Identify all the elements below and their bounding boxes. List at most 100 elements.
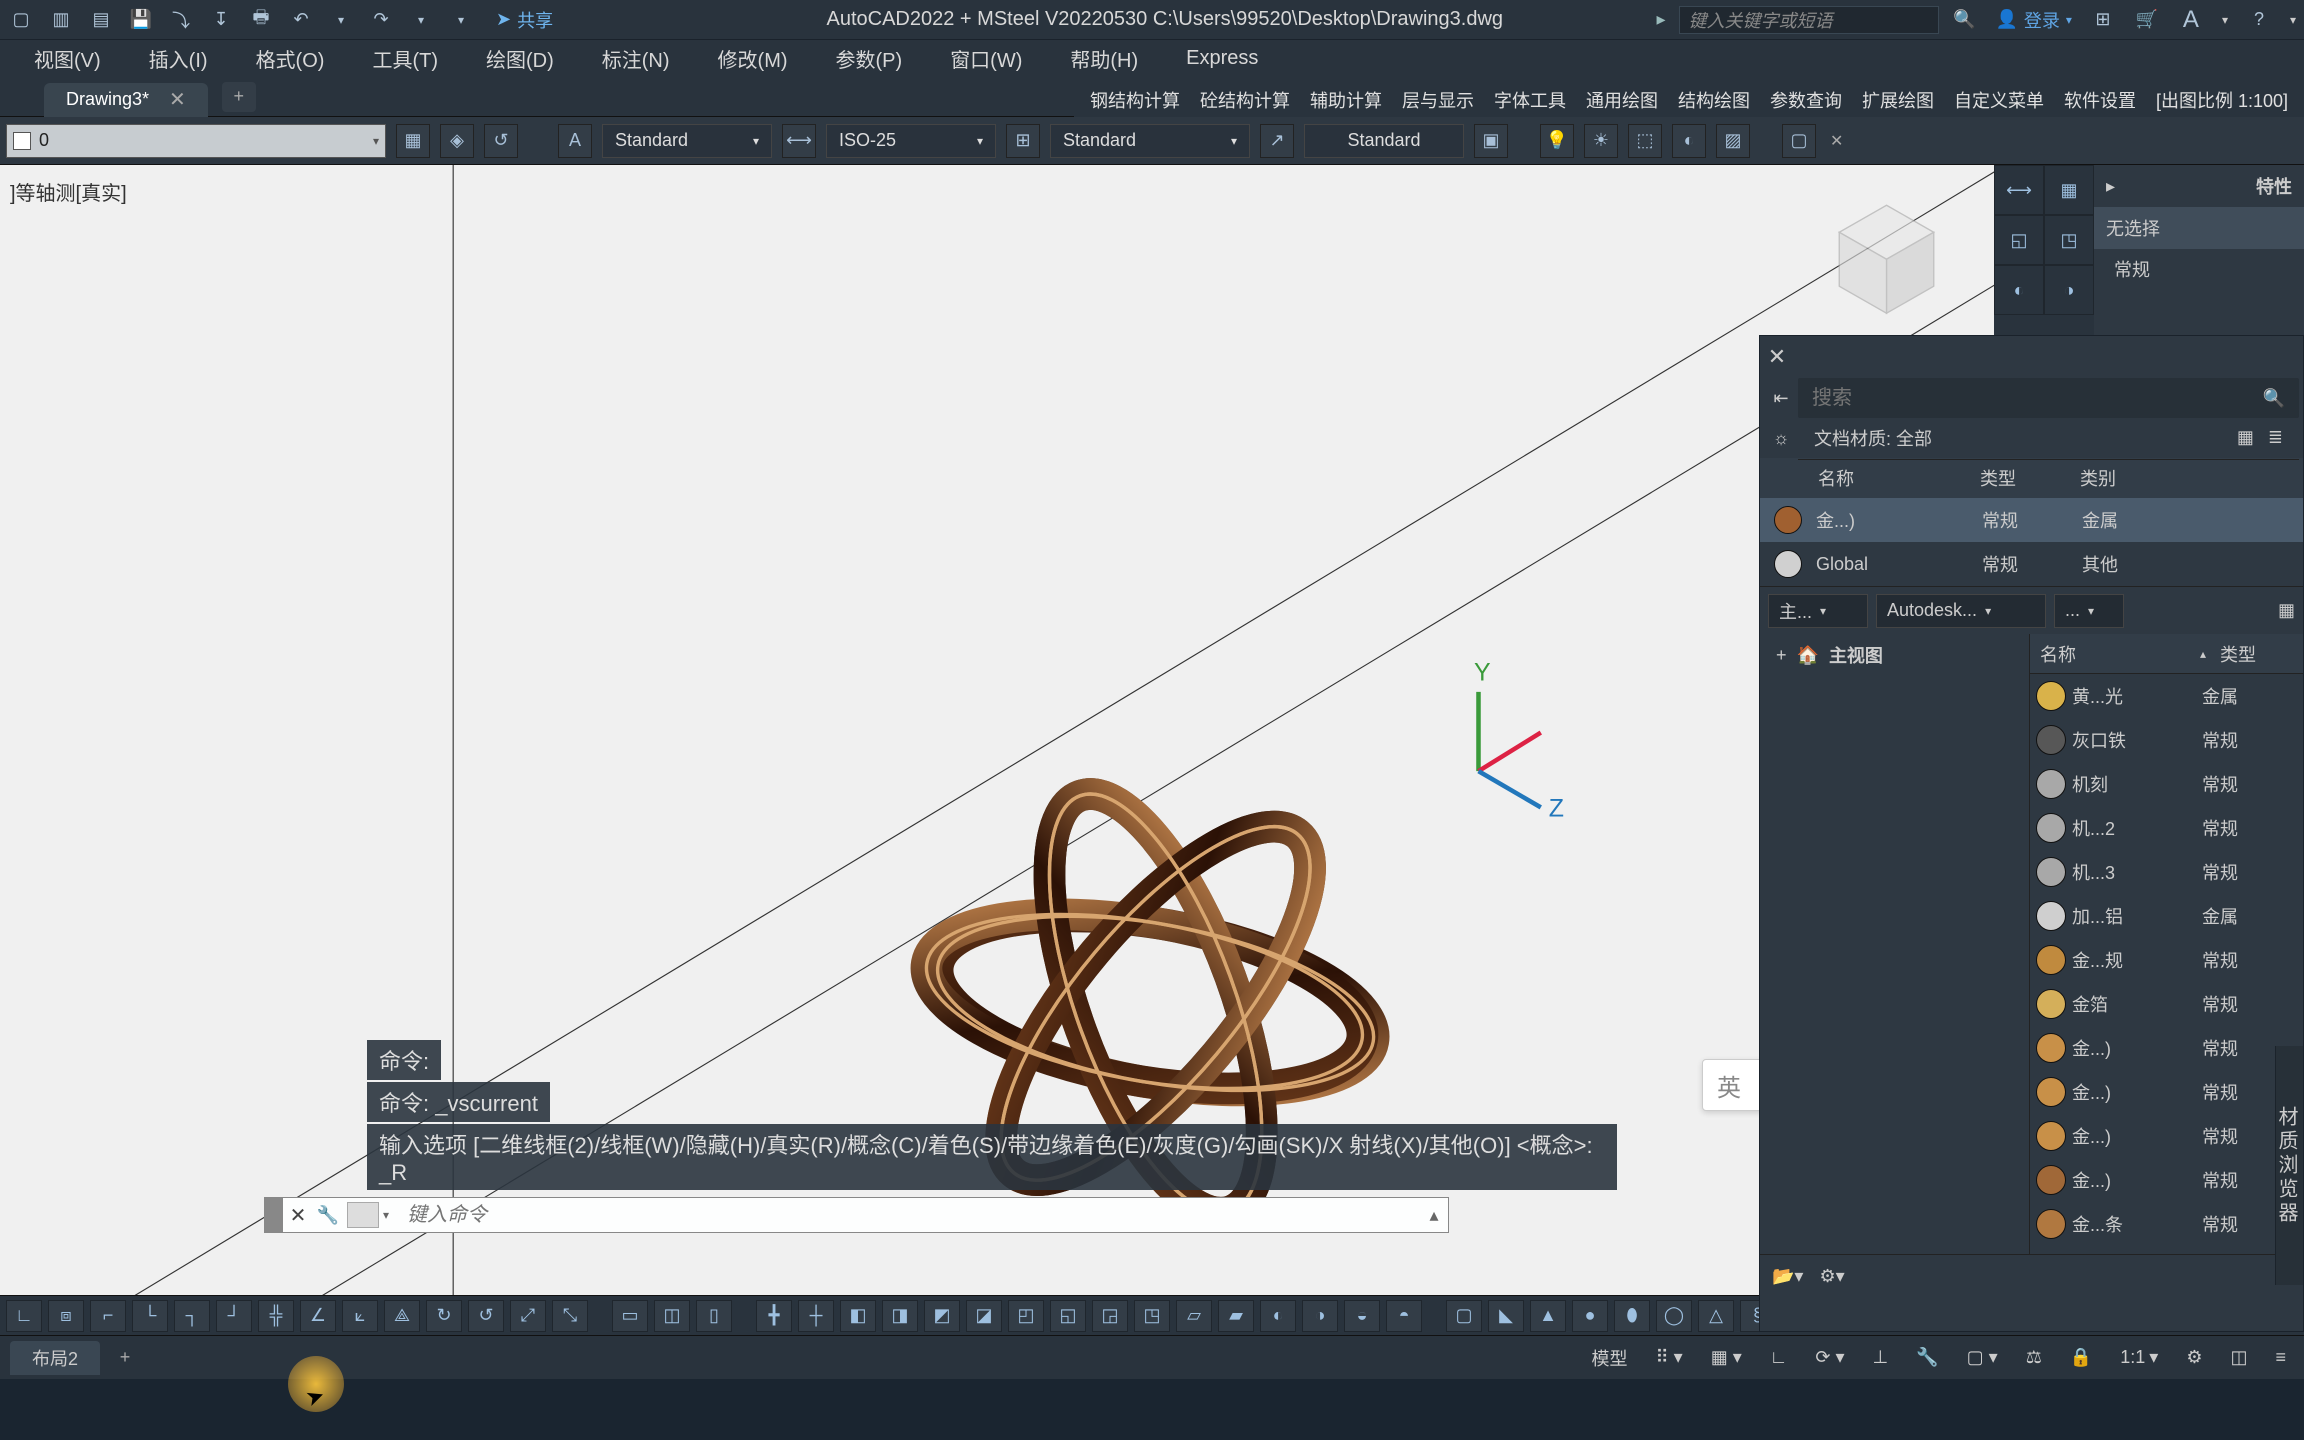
nav-tool-icon[interactable]: ▦ [2044,165,2094,215]
materials-search-input[interactable] [1812,387,2263,410]
menu-insert[interactable]: 插入(I) [125,40,232,77]
cylinder-icon[interactable]: ⬮ [1614,1300,1650,1332]
filter-combo-3[interactable]: ...▾ [2054,594,2124,628]
tool-icon[interactable]: ╬ [258,1300,294,1332]
save-icon[interactable]: 💾 [128,7,154,33]
undo-icon[interactable]: ↶ [288,7,314,33]
nav-tool-icon[interactable]: ⟷ [1994,165,2044,215]
saveas-icon[interactable]: ⤵ [168,7,194,33]
annotate-icon[interactable]: ▢ ▾ [1959,1343,2006,1373]
tool-icon[interactable]: ◨ [882,1300,918,1332]
plugin-item[interactable]: 字体工具 [1484,87,1576,113]
settings-sync-icon[interactable]: ⚙▾ [1819,1266,1844,1287]
plugin-item[interactable]: 砼结构计算 [1190,87,1300,113]
redo-dd[interactable]: ▾ [408,7,434,33]
library-material-item[interactable]: 黄...光 金属 [2030,674,2303,718]
col-name[interactable]: 名称 [1768,465,1948,491]
tool-icon[interactable]: ⟀ [342,1300,378,1332]
text-style-combo[interactable]: Standard ▾ [602,124,772,158]
torus-icon[interactable]: ◯ [1656,1300,1692,1332]
plugin-item[interactable]: 自定义菜单 [1944,87,2054,113]
material-item[interactable]: Global 常规 其他 [1760,542,2303,586]
login-button[interactable]: 👤 登录 ▾ [1995,7,2071,33]
tool-icon[interactable]: ⤢ [510,1300,546,1332]
library-material-item[interactable]: 金...规 常规 [2030,938,2303,982]
render-region-icon[interactable]: ▢ [1782,124,1816,158]
gear-icon[interactable]: ⚙ [2178,1343,2210,1373]
tool-icon[interactable]: ∟ [6,1300,42,1332]
tool-icon[interactable]: ◳ [1134,1300,1170,1332]
cone-icon[interactable]: ▲ [1530,1300,1566,1332]
tool-icon[interactable]: ⤡ [552,1300,588,1332]
view-cube[interactable] [1819,185,1954,320]
share-button[interactable]: ➤ 共享 [496,7,553,33]
table-style-combo[interactable]: Standard ▾ [1050,124,1250,158]
folder-open-icon[interactable]: 📂▾ [1772,1266,1803,1287]
menu-dimension[interactable]: 标注(N) [578,40,694,77]
menu-tools[interactable]: 工具(T) [348,40,462,77]
mleader-style-icon[interactable]: ↗ [1260,124,1294,158]
plugin-item[interactable]: 钢结构计算 [1080,87,1190,113]
tool-icon[interactable]: ◒ [1344,1300,1380,1332]
view-list-icon[interactable]: ≣ [2268,427,2283,448]
search-icon[interactable]: 🔍 [2263,388,2285,409]
library-material-item[interactable]: 金箔 常规 [2030,982,2303,1026]
grid-dots-icon[interactable]: ⠿ ▾ [1648,1343,1691,1373]
tool-icon[interactable]: ⟁ [384,1300,420,1332]
tool-icon[interactable]: ◫ [654,1300,690,1332]
tool-icon[interactable]: ⌐ [90,1300,126,1332]
tool-icon[interactable]: ↻ [426,1300,462,1332]
menu-parametric[interactable]: 参数(P) [812,40,927,77]
anno-scale-icon[interactable]: ⚖ [2018,1343,2050,1373]
pyramid-icon[interactable]: △ [1698,1300,1734,1332]
library-tree-root[interactable]: + 🏠 主视图 [1760,634,2029,676]
lib-col-name[interactable]: 名称 [2030,641,2200,667]
menu-format[interactable]: 格式(O) [232,40,349,77]
sun-icon[interactable]: ☀ [1584,124,1618,158]
tool-icon[interactable]: ┼ [798,1300,834,1332]
nav-tool-icon[interactable]: ◑ [2044,265,2094,315]
plugin-item[interactable]: 结构绘图 [1668,87,1760,113]
sphere-icon[interactable]: ● [1572,1300,1608,1332]
library-material-item[interactable]: 机...2 常规 [2030,806,2303,850]
properties-selection[interactable]: 无选择 [2094,207,2304,249]
tool-icon[interactable]: ⧈ [48,1300,84,1332]
tool-icon[interactable]: ◩ [924,1300,960,1332]
app-menu-button[interactable]: ▢ [8,7,34,33]
wedge-icon[interactable]: ◣ [1488,1300,1524,1332]
undo-dd[interactable]: ▾ [328,7,354,33]
box-icon[interactable]: ▢ [1446,1300,1482,1332]
autodesk-icon[interactable]: A [2178,7,2204,33]
print-icon[interactable]: 🖶 [248,7,274,33]
dim-style-combo[interactable]: ISO-25 ▾ [826,124,996,158]
tool-icon[interactable]: ◪ [966,1300,1002,1332]
menu-express[interactable]: Express [1162,43,1282,74]
snap-angle-icon[interactable]: ∟ [1762,1343,1796,1373]
menu-draw[interactable]: 绘图(D) [462,40,578,77]
tool-icon[interactable]: ▯ [696,1300,732,1332]
nav-tool-icon[interactable]: ◱ [1994,215,2044,265]
plugin-item[interactable]: 参数查询 [1760,87,1852,113]
materials-icon[interactable]: ⬚ [1628,124,1662,158]
plugin-item[interactable]: 辅助计算 [1300,87,1392,113]
render-icon[interactable]: ▣ [1474,124,1508,158]
panel-pin-icon[interactable]: ⇤ [1764,388,1798,409]
col-type[interactable]: 类型 [1948,465,2048,491]
dim-style-icon[interactable]: ⟷ [782,124,816,158]
export-icon[interactable]: ↧ [208,7,234,33]
nav-tool-icon[interactable]: ◐ [1994,265,2044,315]
menu-help[interactable]: 帮助(H) [1046,40,1162,77]
plugin-item[interactable]: 软件设置 [2054,87,2146,113]
search-icon[interactable]: 🔍 [1951,7,1977,33]
arrow-icon[interactable]: ▸ [2106,176,2115,197]
new-icon[interactable]: ▥ [48,7,74,33]
new-tab-button[interactable]: + [222,82,256,112]
command-close-icon[interactable]: ✕ [283,1203,313,1228]
expand-icon[interactable]: + [1776,645,1787,666]
material-item[interactable]: 金...) 常规 金属 [1760,498,2303,542]
redo-icon[interactable]: ↷ [368,7,394,33]
tool-icon[interactable]: ◰ [1008,1300,1044,1332]
layer-iso-icon[interactable]: ◈ [440,124,474,158]
wrench-icon[interactable]: 🔧 [1908,1343,1946,1373]
isolate-icon[interactable]: ◫ [2222,1343,2255,1373]
